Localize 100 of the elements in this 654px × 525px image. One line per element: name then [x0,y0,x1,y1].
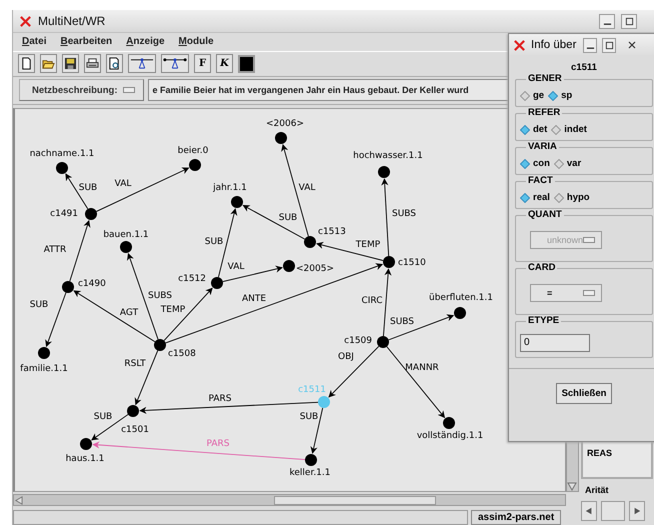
graph-node[interactable] [275,132,287,144]
radio-option[interactable]: var [554,158,582,169]
node-link-icon[interactable] [163,57,187,70]
save-button[interactable] [62,54,79,74]
radio-option[interactable]: hypo [554,192,590,203]
scroll-left-icon[interactable] [14,496,23,504]
preview-icon[interactable] [108,57,121,70]
increment-button[interactable] [629,501,645,521]
graph-node[interactable] [383,256,395,268]
radio-indicator[interactable] [520,192,530,202]
node-link-button[interactable] [128,54,156,74]
node-label: jahr.1.1 [213,183,247,193]
relation-list[interactable]: REAS [581,439,653,479]
horizontal-scrollbar[interactable] [13,494,566,506]
graph-node[interactable] [304,236,316,248]
edge-label: PARS [208,394,232,404]
new-file-button[interactable] [18,54,35,74]
node-link-button[interactable] [161,54,189,74]
tool-button[interactable]: K [216,54,233,74]
graph-node[interactable] [189,159,201,171]
edge-label: ATTR [44,245,66,255]
menu-item[interactable]: Anzeige [126,36,165,48]
radio-indicator[interactable] [554,192,564,202]
dropdown[interactable]: = [530,284,602,302]
edge-label: SUB [94,412,112,422]
radio-indicator[interactable] [520,90,530,100]
graph-node[interactable] [231,196,243,208]
menu-item[interactable]: Module [178,36,214,48]
radio-option[interactable]: det [520,124,548,135]
node-label: c1509 [344,336,372,346]
graph-node[interactable] [38,347,50,359]
edge-label: SUBS [392,209,416,219]
arity-field[interactable] [601,501,625,521]
floppy-icon[interactable] [64,57,77,70]
graph-node[interactable] [443,417,455,429]
scroll-thumb[interactable] [274,496,436,505]
right-arrow-icon[interactable] [633,507,641,515]
radio-option[interactable]: sp [548,90,572,101]
print-button[interactable] [84,54,101,74]
printer-icon[interactable] [86,57,99,70]
radio-indicator[interactable] [548,90,558,100]
open-folder-button[interactable] [40,54,57,74]
close-button[interactable]: Schließen [556,382,612,404]
menu-item[interactable]: Bearbeiten [60,36,112,48]
edge-label: VAL [114,179,132,189]
node-link-icon[interactable] [130,57,154,70]
node-label: <2005> [296,264,334,274]
node-name: c1511 [571,62,597,73]
description-dropdown[interactable]: Netzbeschreibung: [19,79,144,102]
radio-option[interactable]: ge [520,90,544,101]
radio-option[interactable]: con [520,158,550,169]
radio-option[interactable]: real [520,192,550,203]
color-swatch[interactable] [238,54,255,73]
graph-node[interactable] [62,281,74,293]
radio-indicator[interactable] [520,158,530,168]
graph-node[interactable] [378,166,390,178]
graph-node[interactable] [211,277,223,289]
maximize-icon[interactable] [624,16,634,26]
radio-option[interactable]: indet [551,124,587,135]
edge-label: VAL [228,262,244,272]
left-arrow-icon[interactable] [585,507,593,515]
graph-node[interactable] [85,208,97,220]
maximize-button[interactable] [621,14,637,29]
edge-label: AGT [120,308,138,318]
graph-node[interactable] [377,336,389,348]
radio-indicator[interactable] [551,124,562,134]
graph-node[interactable] [454,307,466,319]
maximize-button[interactable] [602,38,616,52]
node-label: c1512 [178,274,206,284]
graph-node[interactable] [120,241,132,253]
tool-button[interactable]: F [194,54,211,74]
node-label: nachname.1.1 [30,149,94,159]
graph-node[interactable] [305,454,317,466]
edge-label: VAL [298,183,316,193]
group-title: FACT [526,175,555,186]
graph-node[interactable] [127,405,139,417]
graph-node[interactable] [80,438,92,450]
graph-node[interactable] [56,162,68,174]
graph-node[interactable] [318,396,330,408]
graph-node[interactable] [154,339,166,351]
preview-button[interactable] [106,54,123,74]
edge-label: SUBS [390,317,414,327]
minimize-button[interactable] [599,14,615,29]
edge-label: ANTE [242,294,266,304]
input-field[interactable]: 0 [520,334,590,352]
close-icon[interactable] [627,40,638,50]
new-file-icon[interactable] [20,57,33,70]
scroll-down-icon[interactable] [567,481,577,491]
node-label: c1510 [398,258,426,268]
maximize-icon[interactable] [604,40,614,50]
minimize-button[interactable] [583,38,598,52]
graph-node[interactable] [283,260,295,272]
decrement-button[interactable] [581,501,597,521]
radio-indicator[interactable] [520,124,530,134]
radio-indicator[interactable] [554,158,564,168]
edge-label: SUB [30,300,48,310]
app-x-icon [19,14,32,28]
list-item[interactable]: REAS [587,448,612,458]
menu-item[interactable]: Datei [22,36,46,48]
group-title: QUANT [526,209,564,220]
